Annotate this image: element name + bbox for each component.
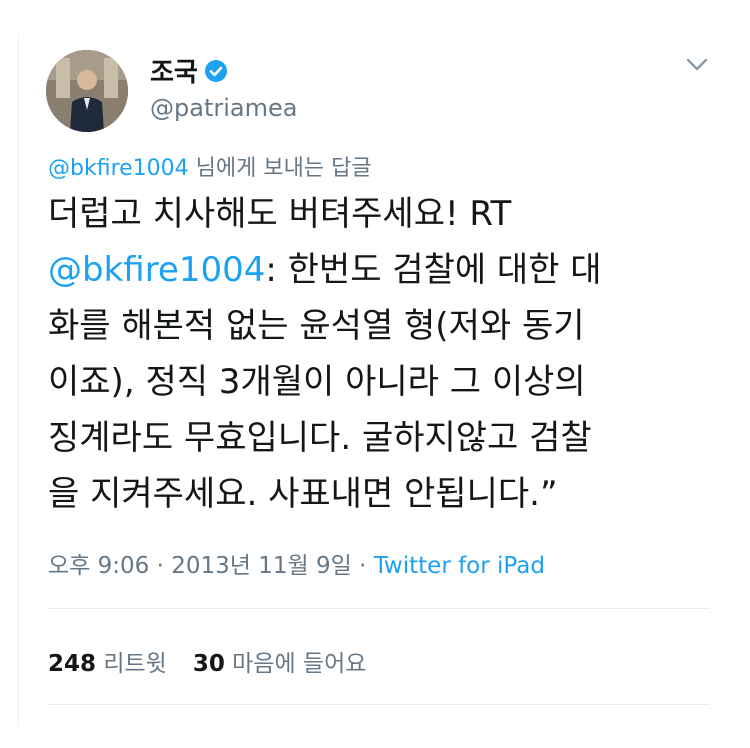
tweet-stats: 248 리트윗 30 마음에 들어요	[48, 644, 366, 678]
tweet-metadata: 오후 9:06 · 2013년 11월 9일 · Twitter for iPa…	[48, 546, 545, 580]
tweet-text-fragment: : 한번도 검찰에 대한 대	[265, 250, 602, 290]
chevron-down-icon[interactable]	[684, 54, 710, 74]
divider	[48, 704, 710, 705]
tweet-text-line: 이죠), 정직 3개월이 아니라 그 이상의	[48, 362, 586, 402]
verified-badge-icon	[204, 59, 227, 82]
author-display-name[interactable]: 조국	[150, 52, 198, 89]
retweet-stat[interactable]: 248 리트윗	[48, 651, 167, 677]
tweet-text: 더럽고 치사해도 버텨주세요! RT @bkfire1004: 한번도 검찰에 …	[48, 186, 728, 522]
like-stat[interactable]: 30 마음에 들어요	[193, 651, 367, 677]
card-edge	[18, 36, 19, 726]
avatar[interactable]	[46, 50, 128, 132]
like-label: 마음에 들어요	[224, 651, 367, 677]
reply-mention-link[interactable]: @bkfire1004	[48, 156, 189, 181]
tweet-text-line: 을 지켜주세요. 사표내면 안됩니다.”	[48, 474, 558, 514]
like-count: 30	[192, 651, 225, 677]
avatar-photo	[46, 50, 128, 132]
tweet-text-line: 더럽고 치사해도 버텨주세요! RT	[48, 194, 512, 234]
reply-context: @bkfire1004 님에게 보내는 답글	[48, 150, 372, 182]
tweet-text-line: @bkfire1004: 한번도 검찰에 대한 대	[48, 242, 728, 298]
author-handle[interactable]: @patriamea	[150, 94, 297, 122]
tweet-timestamp[interactable]: 오후 9:06 · 2013년 11월 9일 ·	[48, 553, 374, 579]
retweet-label: 리트윗	[96, 651, 167, 677]
tweet-text-line: 징계라도 무효입니다. 굴하지않고 검찰	[48, 418, 592, 458]
mention-link[interactable]: @bkfire1004	[48, 250, 265, 290]
divider	[48, 608, 710, 609]
tweet-text-line: 화를 해본적 없는 윤석열 형(저와 동기	[48, 306, 585, 346]
tweet-source-link[interactable]: Twitter for iPad	[374, 553, 545, 579]
retweet-count: 248	[48, 651, 97, 677]
author-name-row: 조국	[150, 52, 228, 89]
reply-suffix: 님에게 보내는 답글	[188, 156, 372, 181]
